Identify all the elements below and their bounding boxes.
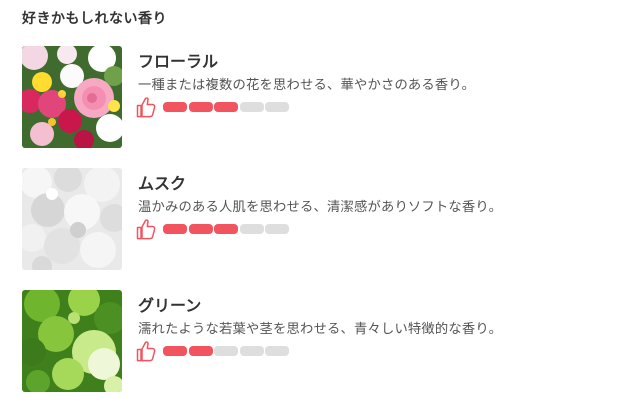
- rating-bar: [163, 102, 289, 112]
- section-title: 好きかもしれない香り: [22, 11, 167, 27]
- thumbs-up-icon[interactable]: [136, 96, 156, 118]
- item-description: 一種または複数の花を思わせる、華やかさのある香り。: [138, 78, 476, 93]
- list-item-floral[interactable]: フローラル 一種または複数の花を思わせる、華やかさのある香り。: [22, 46, 622, 148]
- list-item-green[interactable]: グリーン 濡れたような若葉や茎を思わせる、青々しい特徴的な香り。: [22, 290, 622, 392]
- rating-segment: [163, 346, 187, 356]
- rating-segment: [239, 346, 264, 356]
- green-image: [22, 290, 122, 392]
- item-description: 温かみのある人肌を思わせる、清潔感がありソフトな香り。: [138, 200, 503, 215]
- rating-segment: [214, 346, 238, 356]
- musk-image: [22, 168, 122, 270]
- item-description: 濡れたような若葉や茎を思わせる、青々しい特徴的な香り。: [138, 322, 503, 337]
- rating-segment: [163, 224, 187, 234]
- rating-meter: [136, 340, 306, 362]
- rating-meter: [136, 218, 306, 240]
- rating-bar: [163, 346, 289, 356]
- rating-segment: [188, 224, 213, 234]
- item-name: グリーン: [138, 296, 202, 315]
- rating-segment: [214, 102, 238, 112]
- rating-segment: [163, 102, 187, 112]
- thumbs-up-icon[interactable]: [136, 340, 156, 362]
- rating-segment: [188, 102, 213, 112]
- rating-meter: [136, 96, 306, 118]
- rating-segment: [265, 102, 289, 112]
- thumbs-up-icon[interactable]: [136, 218, 156, 240]
- item-name: ムスク: [138, 174, 187, 193]
- rating-segment: [214, 224, 238, 234]
- rating-segment: [265, 224, 289, 234]
- list-item-musk[interactable]: ムスク 温かみのある人肌を思わせる、清潔感がありソフトな香り。: [22, 168, 622, 270]
- rating-segment: [239, 102, 264, 112]
- rating-bar: [163, 224, 289, 234]
- floral-image: [22, 46, 122, 148]
- item-name: フローラル: [138, 52, 219, 71]
- rating-segment: [265, 346, 289, 356]
- rating-segment: [188, 346, 213, 356]
- rating-segment: [239, 224, 264, 234]
